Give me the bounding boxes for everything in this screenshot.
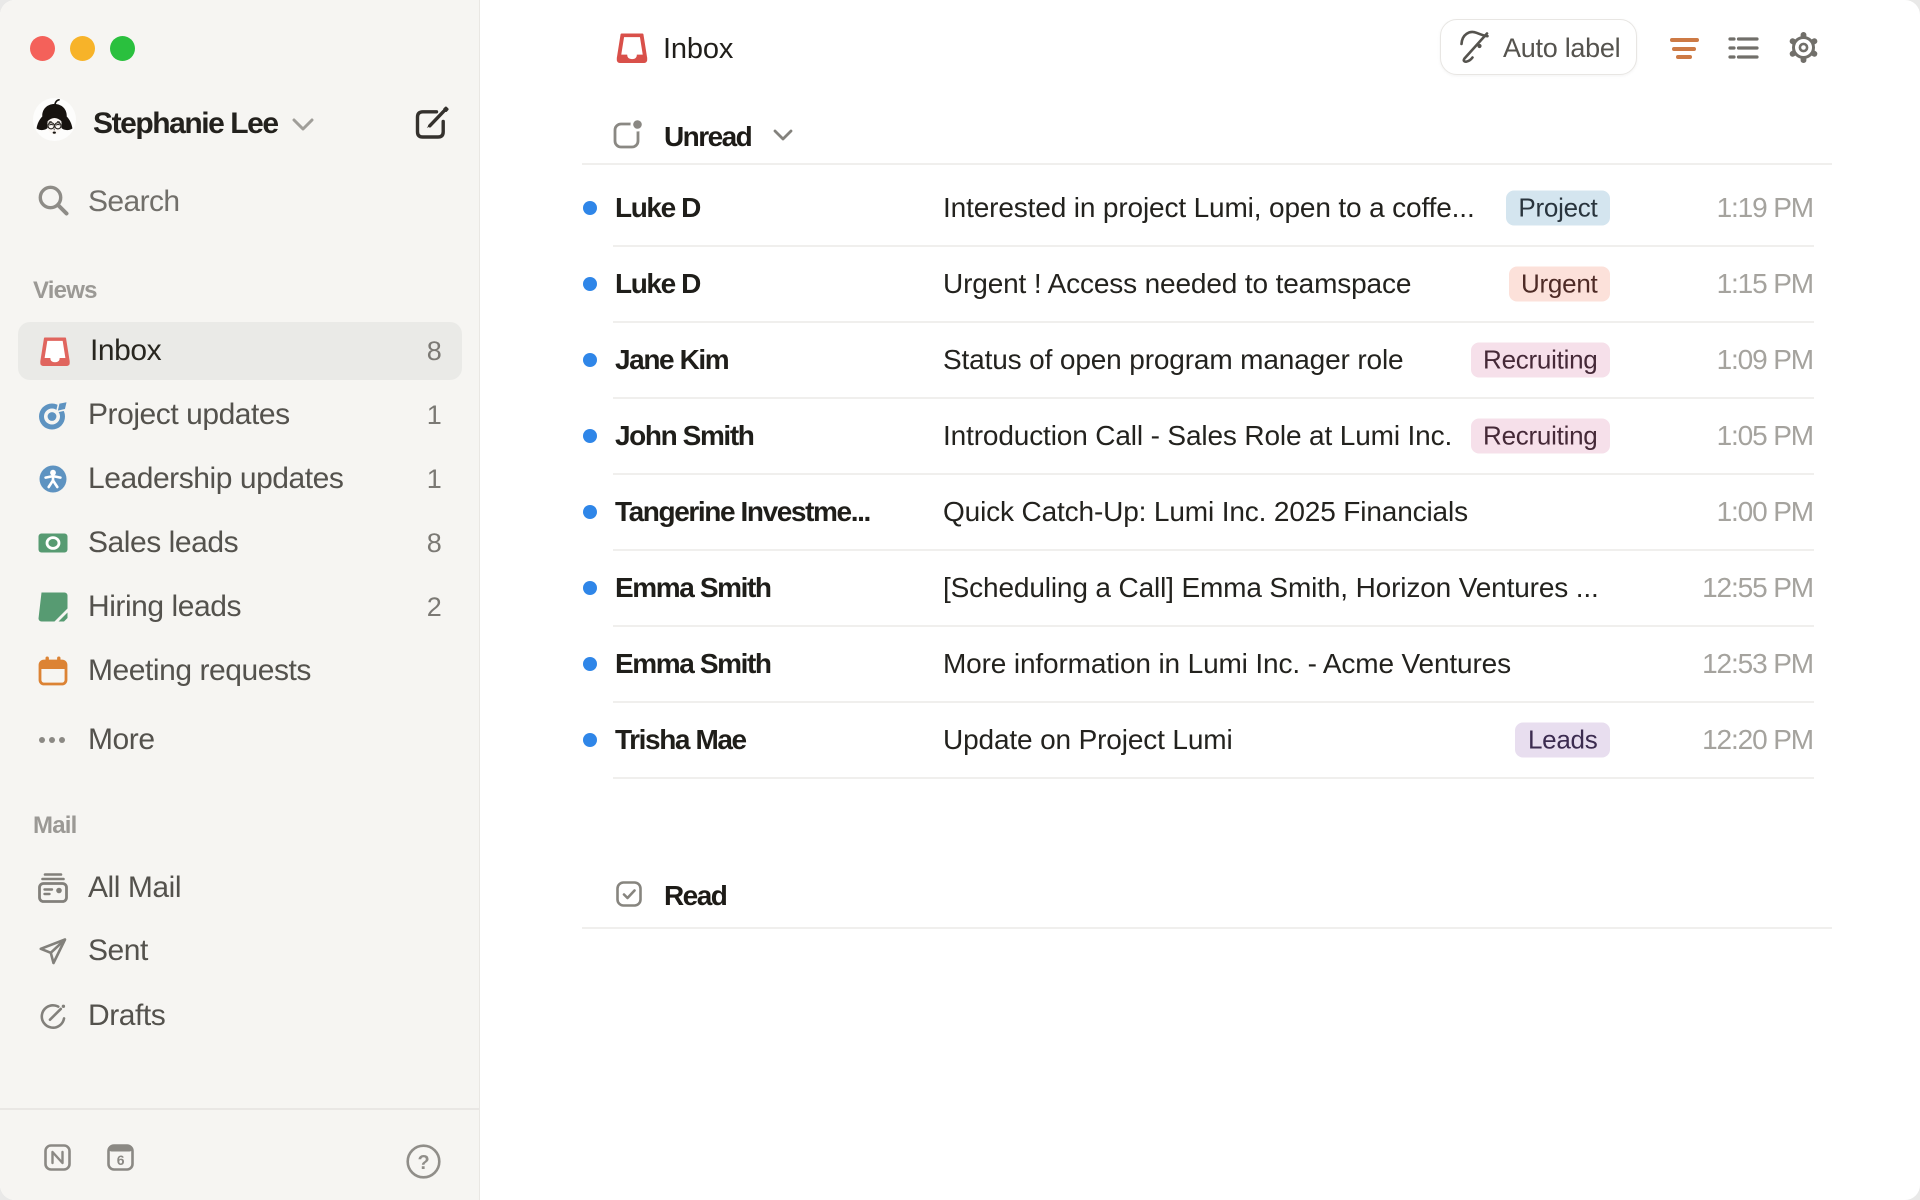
svg-text:?: ? [418, 1152, 430, 1174]
svg-text:6: 6 [117, 1152, 125, 1168]
